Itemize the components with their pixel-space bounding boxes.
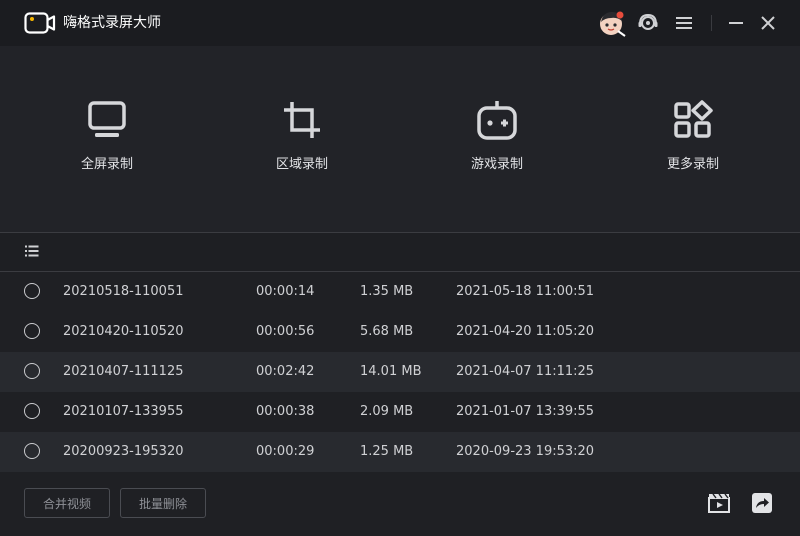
mode-region[interactable]: 区域录制: [242, 98, 362, 174]
menu-icon[interactable]: [672, 11, 696, 35]
share-icon[interactable]: [751, 492, 773, 514]
file-name: 20210420-110520: [63, 324, 184, 339]
headset-support-icon[interactable]: [636, 11, 660, 35]
user-avatar-icon[interactable]: [598, 9, 626, 37]
mode-label: 区域录制: [275, 157, 328, 172]
mode-label: 游戏录制: [470, 157, 523, 172]
select-radio[interactable]: [24, 363, 40, 379]
file-name: 20210518-110051: [63, 284, 184, 299]
footer-bar: 合并视频 批量删除: [0, 472, 800, 536]
crop-icon: [284, 102, 320, 138]
table-row[interactable]: 20200923-195320 00:00:29 1.25 MB 2020-09…: [0, 432, 800, 472]
file-size: 5.68 MB: [360, 324, 414, 339]
game-controller-icon: [477, 101, 517, 140]
created-date: 2021-04-20 11:05:20: [456, 324, 595, 339]
file-name: 20210407-111125: [63, 364, 184, 379]
duration: 00:00:14: [256, 284, 315, 299]
select-radio[interactable]: [24, 323, 40, 339]
batch-delete-button[interactable]: 批量删除: [120, 488, 206, 518]
mode-label: 全屏录制: [80, 157, 133, 172]
table-row[interactable]: 20210107-133955 00:00:38 2.09 MB 2021-01…: [0, 392, 800, 432]
select-radio[interactable]: [24, 283, 40, 299]
mode-game[interactable]: 游戏录制: [437, 98, 557, 174]
title-separator: [711, 15, 712, 31]
file-name: 20200923-195320: [63, 444, 184, 459]
table-row[interactable]: 20210420-110520 00:00:56 5.68 MB 2021-04…: [0, 312, 800, 352]
duration: 00:02:42: [256, 364, 315, 379]
minimize-icon[interactable]: [724, 11, 748, 35]
select-radio[interactable]: [24, 403, 40, 419]
created-date: 2020-09-23 19:53:20: [456, 444, 595, 459]
mode-label: 更多录制: [666, 157, 719, 172]
recordings-list: 20210518-110051 00:00:14 1.35 MB 2021-05…: [0, 272, 800, 472]
table-row[interactable]: 20210407-111125 00:02:42 14.01 MB 2021-0…: [0, 352, 800, 392]
video-camera-logo-icon: [24, 12, 56, 34]
duration: 00:00:29: [256, 444, 315, 459]
file-name: 20210107-133955: [63, 404, 184, 419]
title-bar: 嗨格式录屏大师: [0, 0, 800, 46]
merge-videos-button[interactable]: 合并视频: [24, 488, 110, 518]
file-size: 14.01 MB: [360, 364, 422, 379]
close-icon[interactable]: [756, 11, 780, 35]
duration: 00:00:56: [256, 324, 315, 339]
recording-modes: 全屏录制 区域录制 游戏录制 更多录制: [0, 46, 800, 232]
mode-more[interactable]: 更多录制: [633, 98, 753, 174]
monitor-icon: [88, 101, 126, 137]
list-icon[interactable]: [25, 245, 39, 257]
created-date: 2021-04-07 11:11:25: [456, 364, 595, 379]
app-title: 嗨格式录屏大师: [63, 15, 161, 31]
video-clip-icon[interactable]: [707, 492, 731, 514]
file-size: 2.09 MB: [360, 404, 414, 419]
file-size: 1.35 MB: [360, 284, 414, 299]
table-row[interactable]: 20210518-110051 00:00:14 1.35 MB 2021-05…: [0, 272, 800, 312]
apps-grid-icon: [674, 100, 713, 138]
duration: 00:00:38: [256, 404, 315, 419]
mode-fullscreen[interactable]: 全屏录制: [47, 98, 167, 174]
select-radio[interactable]: [24, 443, 40, 459]
created-date: 2021-05-18 11:00:51: [456, 284, 595, 299]
list-toolbar: [0, 233, 800, 271]
file-size: 1.25 MB: [360, 444, 414, 459]
created-date: 2021-01-07 13:39:55: [456, 404, 595, 419]
